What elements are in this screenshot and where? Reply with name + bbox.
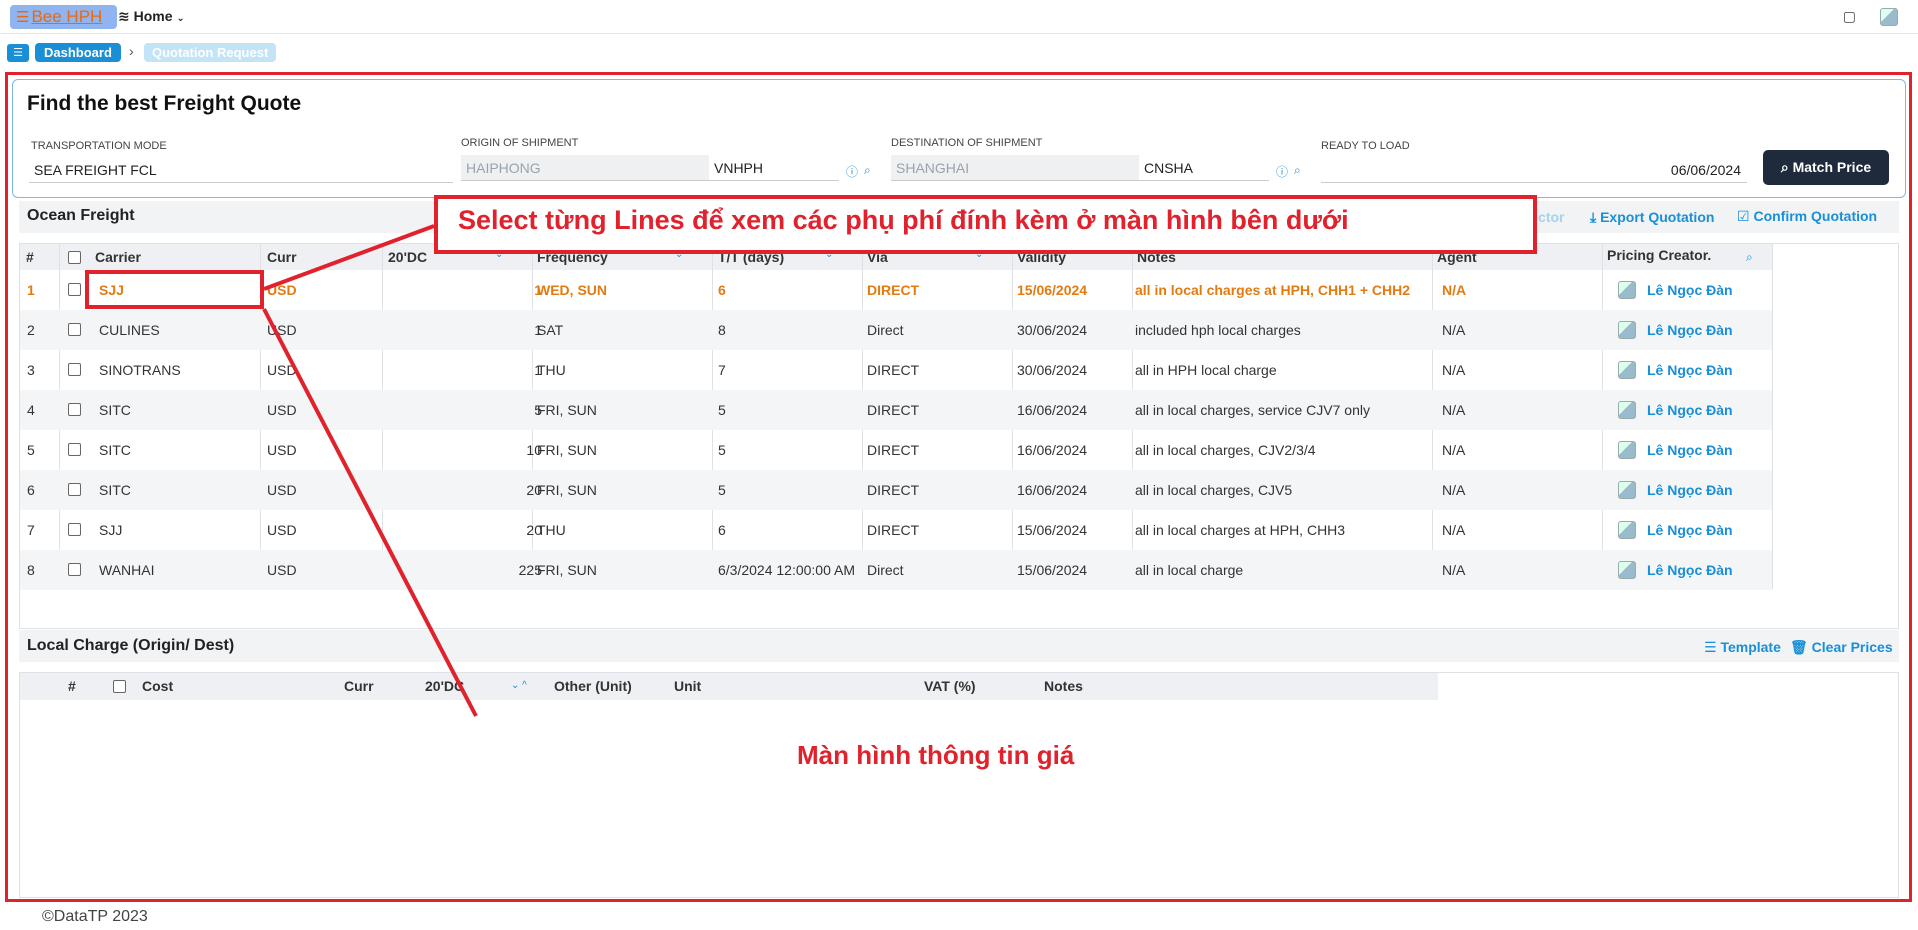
home-menu-label: Home — [133, 8, 173, 24]
menu-icon: ☰ — [16, 9, 30, 26]
breadcrumb-current: Quotation Request — [144, 43, 277, 62]
annotation-select-lines: Select từng Lines để xem các phụ phí đín… — [458, 205, 1349, 235]
top-bar: ☰ Bee HPH ≋ Home ⌄ ▢ — [0, 0, 1918, 34]
annotation-sjj-highlight — [85, 270, 264, 309]
top-right-actions: ▢ — [1843, 8, 1898, 26]
breadcrumb-dashboard[interactable]: Dashboard — [35, 43, 121, 62]
chat-icon[interactable]: ▢ — [1843, 8, 1856, 26]
breadcrumb-separator: › — [129, 43, 134, 59]
layers-icon: ≋ — [118, 8, 130, 24]
annotation-price-screen: Màn hình thông tin giá — [797, 740, 1075, 770]
avatar-icon[interactable] — [1880, 8, 1898, 26]
footer-copyright: ©DataTP 2023 — [42, 908, 148, 925]
chevron-down-icon: ⌄ — [176, 13, 185, 24]
brand-button[interactable]: ☰ Bee HPH — [10, 5, 117, 29]
sidebar-toggle-icon[interactable]: ☰ — [7, 44, 29, 62]
brand-label: Bee HPH — [31, 7, 103, 26]
home-menu[interactable]: ≋ Home ⌄ — [118, 8, 185, 25]
